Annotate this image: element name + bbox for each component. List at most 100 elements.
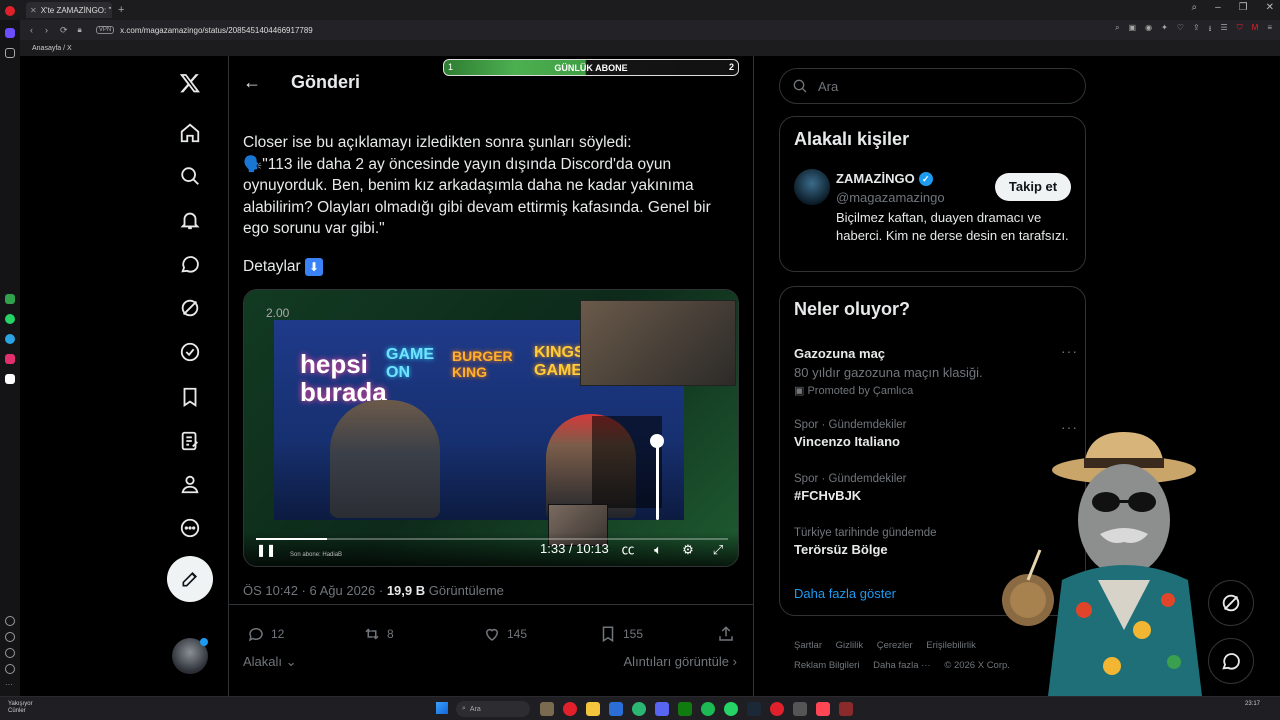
volume-icon[interactable]: 🔈︎	[650, 542, 666, 558]
video-player[interactable]: hepsi burada GAME ON BURGER KING KINGS G…	[243, 289, 739, 567]
home-sidebar-icon[interactable]	[5, 28, 15, 38]
bookmark-button[interactable]: 155	[599, 625, 643, 643]
location-sidebar-icon[interactable]	[5, 664, 15, 674]
more-sidebar-icon[interactable]: ···	[5, 680, 15, 690]
bookmarks-icon[interactable]	[175, 382, 205, 412]
footer-link[interactable]: Çerezler	[877, 640, 913, 651]
capture-app-icon[interactable]	[839, 702, 853, 716]
search-nav-icon[interactable]	[175, 161, 205, 191]
taskbar-clock[interactable]: 23:17	[1245, 701, 1260, 707]
extensions-icon[interactable]: ✦	[1161, 23, 1168, 37]
related-person-avatar[interactable]	[794, 169, 830, 205]
edge-app-icon[interactable]	[632, 702, 646, 716]
minimize-icon[interactable]: –	[1215, 2, 1221, 13]
game-app-icon[interactable]	[793, 702, 807, 716]
explorer-app-icon[interactable]	[586, 702, 600, 716]
close-window-icon[interactable]: ✕	[1266, 2, 1274, 13]
menu-icon[interactable]: ≡	[1267, 23, 1272, 37]
heart-sidebar-icon[interactable]	[5, 616, 15, 626]
messenger-sidebar-icon[interactable]	[5, 294, 15, 304]
back-nav-icon[interactable]: ‹	[30, 25, 33, 36]
settings-sidebar-icon[interactable]	[5, 648, 15, 658]
footer-link[interactable]: Gizlilik	[836, 640, 863, 651]
whatsapp-app-icon[interactable]	[724, 702, 738, 716]
reply-button[interactable]: 12	[247, 625, 284, 643]
widget-app-icon[interactable]	[540, 702, 554, 716]
volume-knob[interactable]	[650, 434, 664, 448]
tab-close-icon[interactable]: ✕	[30, 6, 37, 15]
discord-app-icon[interactable]	[655, 702, 669, 716]
telegram-sidebar-icon[interactable]	[5, 334, 15, 344]
share-button[interactable]	[717, 625, 735, 643]
account-avatar[interactable]	[172, 638, 208, 674]
new-tab-icon[interactable]: +	[118, 4, 124, 16]
footer-link[interactable]: Erişilebilirlik	[926, 640, 976, 651]
volume-slider[interactable]	[656, 440, 659, 520]
back-arrow-icon[interactable]: ←	[243, 72, 265, 93]
related-person-name[interactable]: ZAMAZİNGO ✓	[836, 171, 933, 186]
start-icon[interactable]	[436, 702, 448, 714]
grok-icon[interactable]	[175, 293, 205, 323]
browser-tab[interactable]: ✕ X'te ZAMAZİNGO: "	[26, 2, 112, 18]
zoom-icon[interactable]: ⌕	[1115, 23, 1119, 37]
adblock-icon[interactable]: ⛉	[1237, 23, 1243, 37]
fullscreen-icon[interactable]: ⤢	[710, 542, 726, 558]
snapshot-icon[interactable]: ▣	[1129, 23, 1137, 37]
maximize-icon[interactable]: ❐	[1239, 2, 1248, 13]
share-icon[interactable]: ⇪	[1193, 23, 1200, 37]
download-icon[interactable]: ⭳	[1209, 23, 1212, 37]
history-sidebar-icon[interactable]	[5, 632, 15, 642]
store-app-icon[interactable]	[609, 702, 623, 716]
view-quotes-link[interactable]: Alıntıları görüntüle ›	[624, 654, 737, 669]
xbox-app-icon[interactable]	[678, 702, 692, 716]
trend-more-icon[interactable]: ···	[1061, 343, 1078, 359]
url-field[interactable]: x.com/magazamazingo/status/2085451404466…	[120, 26, 313, 35]
valorant-app-icon[interactable]	[816, 702, 830, 716]
record-app-icon[interactable]	[770, 702, 784, 716]
browser-search-icon[interactable]: ⌕	[1191, 2, 1197, 13]
reload-icon[interactable]: ⟳	[60, 25, 68, 36]
more-icon[interactable]	[175, 513, 205, 543]
star-sidebar-icon[interactable]	[5, 48, 15, 58]
search-box[interactable]: Ara	[779, 68, 1086, 104]
heart-icon[interactable]: ♡	[1177, 23, 1184, 37]
whatsapp-sidebar-icon[interactable]	[5, 314, 15, 324]
premium-icon[interactable]	[175, 337, 205, 367]
bookmark-item[interactable]: Anasayfa / X	[32, 45, 72, 52]
tab-list-icon[interactable]: ☰	[1220, 23, 1227, 37]
footer-link[interactable]: Şartlar	[794, 640, 822, 651]
messages-icon[interactable]	[175, 249, 205, 279]
opera-app-icon[interactable]	[563, 702, 577, 716]
tweet-timestamp[interactable]: ÖS 10:42 · 6 Ağu 2026 ·	[243, 583, 387, 598]
compose-post-button[interactable]	[167, 556, 213, 602]
articles-icon[interactable]	[175, 426, 205, 456]
instagram-sidebar-icon[interactable]	[5, 354, 15, 364]
like-button[interactable]: 145	[483, 625, 527, 643]
footer-link[interactable]: Reklam Bilgileri	[794, 660, 859, 671]
spotify-app-icon[interactable]	[701, 702, 715, 716]
settings-gear-icon[interactable]: ⚙	[680, 542, 696, 558]
show-more-link[interactable]: Daha fazla göster	[794, 586, 896, 601]
steam-app-icon[interactable]	[747, 702, 761, 716]
notifications-icon[interactable]	[175, 205, 205, 235]
pause-icon[interactable]: ❚❚	[256, 543, 276, 557]
video-progress-bar[interactable]	[256, 538, 728, 540]
profile-icon[interactable]	[175, 469, 205, 499]
footer-link[interactable]: Daha fazla ···	[873, 660, 931, 671]
camera-icon[interactable]: ◉	[1145, 23, 1152, 37]
x-sidebar-icon[interactable]	[5, 374, 15, 384]
related-person-handle[interactable]: @magazamazingo	[836, 190, 945, 205]
mail-ext-icon[interactable]: M	[1252, 23, 1259, 37]
trend-item[interactable]: Gazozuna maç 80 yıldır gazozuna maçın kl…	[794, 343, 1077, 397]
forward-nav-icon[interactable]: ›	[45, 25, 48, 36]
follow-button[interactable]: Takip et	[995, 173, 1071, 201]
taskbar-search[interactable]: ⌕ Ara	[456, 701, 530, 717]
opera-logo-icon[interactable]	[5, 6, 15, 16]
x-logo-icon[interactable]	[175, 68, 205, 98]
vpn-badge[interactable]: VPN	[95, 26, 115, 34]
repost-button[interactable]: 8	[363, 625, 394, 643]
captions-icon[interactable]: ㏄	[620, 542, 636, 558]
weather-widget[interactable]: Yakışıyor Cünler	[8, 701, 33, 715]
alakali-dropdown[interactable]: Alakalı ⌄	[243, 654, 297, 670]
home-icon[interactable]	[175, 118, 205, 148]
